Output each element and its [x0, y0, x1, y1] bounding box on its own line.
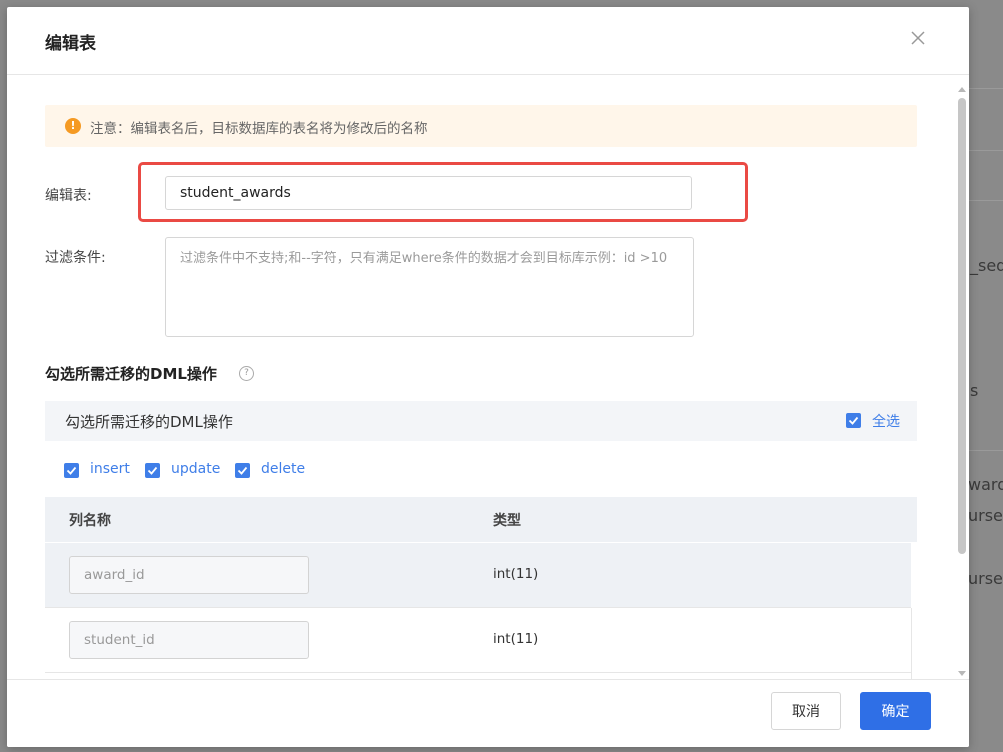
- background-text: urses: [968, 506, 1003, 525]
- insert-checkbox[interactable]: [64, 463, 79, 478]
- table-row: award_id int(11): [45, 543, 911, 608]
- scroll-down-arrow-icon[interactable]: [958, 671, 966, 676]
- column-name-field[interactable]: student_id: [69, 621, 309, 659]
- vertical-scrollbar[interactable]: [955, 83, 969, 679]
- column-type-header: 类型: [493, 513, 521, 529]
- dml-box-header: 勾选所需迁移的DML操作 全选: [45, 401, 917, 441]
- background-divider: [968, 150, 1003, 151]
- scrollbar-thumb[interactable]: [958, 98, 966, 554]
- dialog-header: 编辑表: [7, 7, 969, 75]
- background-divider: [968, 450, 1003, 451]
- delete-label[interactable]: delete: [261, 461, 305, 477]
- filter-condition-textarea[interactable]: [165, 237, 694, 337]
- background-text: wards: [968, 475, 1003, 494]
- select-all-checkbox[interactable]: [846, 413, 861, 428]
- column-type-cell: int(11): [493, 566, 539, 582]
- column-name-field[interactable]: award_id: [69, 556, 309, 594]
- help-icon[interactable]: ?: [239, 366, 254, 381]
- dml-section-title: 勾选所需迁移的DML操作: [45, 365, 217, 383]
- notice-banner: ! 注意：编辑表名后，目标数据库的表名将为修改后的名称: [45, 105, 917, 147]
- column-type-cell: int(11): [493, 631, 539, 647]
- column-name-header: 列名称: [69, 513, 111, 529]
- insert-label[interactable]: insert: [90, 461, 130, 477]
- columns-table-header: 列名称 类型: [45, 497, 917, 542]
- table-name-input[interactable]: [165, 176, 692, 210]
- table-name-label: 编辑表:: [45, 188, 92, 204]
- dialog-title: 编辑表: [45, 34, 96, 54]
- select-all-label[interactable]: 全选: [872, 411, 900, 431]
- background-divider: [968, 200, 1003, 201]
- background-text: _seq: [970, 256, 1003, 275]
- scroll-up-arrow-icon[interactable]: [958, 87, 966, 92]
- background-divider: [968, 88, 1003, 89]
- background-text: urses: [968, 569, 1003, 588]
- table-row: student_id int(11): [45, 608, 911, 673]
- background-text: s: [970, 381, 979, 400]
- dialog-footer: 取消 确定: [7, 679, 969, 747]
- edit-table-dialog: 编辑表 ! 注意：编辑表名后，目标数据库的表名将为修改后的名称 编辑表: 过滤条…: [7, 7, 969, 747]
- dialog-body: ! 注意：编辑表名后，目标数据库的表名将为修改后的名称 编辑表: 过滤条件: 勾…: [7, 75, 969, 679]
- filter-label: 过滤条件:: [45, 250, 106, 266]
- update-label[interactable]: update: [171, 461, 220, 477]
- update-checkbox[interactable]: [145, 463, 160, 478]
- table-border: [911, 608, 912, 679]
- dml-box-title: 勾选所需迁移的DML操作: [65, 413, 233, 431]
- close-icon[interactable]: [911, 31, 931, 51]
- warning-icon: !: [65, 118, 81, 134]
- cancel-button[interactable]: 取消: [771, 692, 841, 730]
- delete-checkbox[interactable]: [235, 463, 250, 478]
- notice-text: 注意：编辑表名后，目标数据库的表名将为修改后的名称: [90, 121, 428, 137]
- confirm-button[interactable]: 确定: [860, 692, 931, 730]
